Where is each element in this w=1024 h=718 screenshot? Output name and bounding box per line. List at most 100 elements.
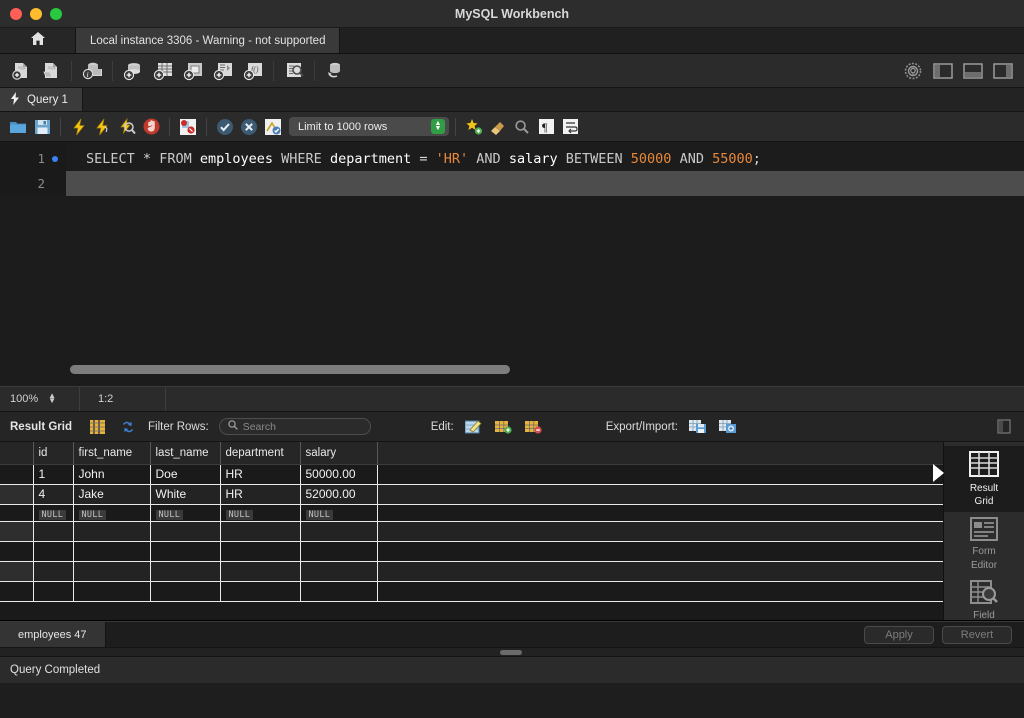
row-selector-cell[interactable]	[0, 464, 34, 485]
sql-token-ident: employees	[199, 150, 274, 167]
new-view-icon[interactable]	[180, 59, 206, 83]
new-schema-icon[interactable]	[120, 59, 146, 83]
new-record-row[interactable]: NULL NULL NULL NULL NULL	[0, 504, 943, 522]
clear-context-icon[interactable]	[486, 115, 510, 139]
sql-token-kw: BETWEEN	[565, 150, 623, 167]
row-selector-cell	[0, 561, 34, 582]
table-row[interactable]: 1 John Doe HR 50000.00	[0, 464, 943, 485]
code-line-1[interactable]: SELECT * FROM employees WHERE department…	[66, 146, 1024, 171]
column-header-department[interactable]: department	[220, 442, 301, 465]
home-tab[interactable]	[0, 28, 76, 53]
result-horizontal-scrollbar[interactable]	[0, 647, 1024, 656]
code-area[interactable]: 1 2 SELECT * FROM employees WHERE depart…	[0, 142, 1024, 196]
cell-id[interactable]: 1	[33, 464, 74, 485]
reconnect-server-icon[interactable]	[322, 59, 348, 83]
sql-token-punct	[151, 151, 159, 167]
cell-last_name[interactable]: Doe	[150, 464, 221, 485]
save-file-icon[interactable]	[30, 115, 54, 139]
code-line-2[interactable]	[66, 171, 1024, 196]
cell-salary[interactable]: 52000.00	[300, 484, 378, 505]
toolbar-separator-3	[273, 60, 274, 81]
new-function-icon[interactable]: f()	[240, 59, 266, 83]
panel-bottom-toggle-icon[interactable]	[960, 59, 986, 83]
result-grid-table-container[interactable]: id first_name last_name department salary 1J…	[0, 442, 943, 620]
column-header-first_name[interactable]: first_name	[73, 442, 151, 465]
open-sql-file-icon[interactable]: SQL	[38, 59, 64, 83]
sql-editor[interactable]: 1 2 SELECT * FROM employees WHERE depart…	[0, 142, 1024, 590]
cell-id[interactable]: 4	[33, 484, 74, 505]
column-header-last_name[interactable]: last_name	[150, 442, 221, 465]
revert-button[interactable]: Revert	[942, 625, 1012, 644]
stop-icon[interactable]	[139, 115, 163, 139]
beautify-sql-icon[interactable]	[462, 115, 486, 139]
cell-salary[interactable]: 50000.00	[300, 464, 378, 485]
limit-rows-select[interactable]: Limit to 1000 rows ▲ ▼	[289, 117, 449, 136]
empty-cell-salary	[300, 581, 378, 602]
cell-first_name[interactable]: John	[73, 464, 151, 485]
panel-left-toggle-icon[interactable]	[930, 59, 956, 83]
edit-row-icon[interactable]	[464, 417, 484, 437]
toggle-stop-on-error-icon[interactable]	[176, 115, 200, 139]
admin-settings-icon[interactable]	[900, 59, 926, 83]
export-recordset-icon[interactable]	[688, 417, 708, 437]
wrap-lines-icon[interactable]	[558, 115, 582, 139]
zoom-control[interactable]: 100% ▲ ▼	[0, 387, 80, 411]
result-set-tab-label: employees 47	[18, 628, 87, 641]
editor-horizontal-scrollbar[interactable]	[70, 365, 1020, 374]
delete-row-icon[interactable]	[524, 417, 544, 437]
minimize-window-button[interactable]	[30, 7, 42, 20]
new-table-icon[interactable]	[150, 59, 176, 83]
chevron-updown-icon[interactable]: ▲ ▼	[48, 392, 56, 405]
result-set-tab[interactable]: employees 47	[0, 622, 106, 647]
cell-department[interactable]: HR	[220, 464, 301, 485]
execute-current-statement-icon[interactable]	[91, 115, 115, 139]
cell-department[interactable]: HR	[220, 484, 301, 505]
toggle-invisible-chars-icon[interactable]: ¶	[534, 115, 558, 139]
edit-label: Edit:	[430, 420, 454, 433]
empty-cell-first_name	[73, 541, 151, 562]
refresh-icon[interactable]	[118, 417, 138, 437]
column-header-salary[interactable]: salary	[300, 442, 378, 465]
tab-query-1[interactable]: Query 1	[0, 88, 83, 111]
inspect-schema-icon[interactable]	[281, 59, 307, 83]
cell-first_name[interactable]: Jake	[73, 484, 151, 505]
header-row: id first_name last_name department salary	[0, 442, 943, 465]
row-selector-cell[interactable]	[0, 484, 34, 505]
new-cell-salary[interactable]: NULL	[300, 504, 378, 522]
grid-view-icon[interactable]	[88, 417, 108, 437]
filter-search-input[interactable]: Search	[218, 418, 371, 435]
maximize-window-button[interactable]	[50, 7, 62, 20]
code-lines[interactable]: SELECT * FROM employees WHERE department…	[66, 142, 1024, 196]
new-cell-last_name[interactable]: NULL	[150, 504, 221, 522]
scrollbar-thumb[interactable]	[70, 365, 510, 374]
new-cell-id[interactable]: NULL	[33, 504, 74, 522]
cell-last_name[interactable]: White	[150, 484, 221, 505]
close-window-button[interactable]	[10, 7, 22, 20]
search-icon[interactable]	[510, 115, 534, 139]
auto-commit-icon[interactable]	[261, 115, 285, 139]
sidebar-item-result-grid-wrap: Result Grid	[932, 446, 1024, 512]
sidebar-item-result-grid[interactable]: Result Grid	[943, 446, 1024, 512]
explain-icon[interactable]	[115, 115, 139, 139]
open-file-icon[interactable]	[6, 115, 30, 139]
connection-tab[interactable]: Local instance 3306 - Warning - not supp…	[76, 28, 341, 53]
column-header-id[interactable]: id	[33, 442, 74, 465]
new-cell-first_name[interactable]: NULL	[73, 504, 151, 522]
new-cell-department[interactable]: NULL	[220, 504, 301, 522]
table-row[interactable]: 4 Jake White HR 52000.00	[0, 484, 943, 505]
server-status-icon[interactable]: i	[79, 59, 105, 83]
panel-right-toggle-icon[interactable]	[990, 59, 1016, 83]
rollback-icon[interactable]	[237, 115, 261, 139]
commit-icon[interactable]	[213, 115, 237, 139]
scrollbar-thumb[interactable]	[500, 650, 522, 655]
execute-icon[interactable]	[67, 115, 91, 139]
sidebar-item-form-editor[interactable]: Form Editor	[944, 512, 1024, 576]
sql-token-kw: SELECT	[86, 150, 135, 167]
row-selector-cell[interactable]	[0, 504, 34, 522]
apply-button[interactable]: Apply	[864, 625, 934, 644]
wrap-cell-content-icon[interactable]	[994, 417, 1014, 437]
new-procedure-icon[interactable]	[210, 59, 236, 83]
import-recordset-icon[interactable]	[718, 417, 738, 437]
insert-row-icon[interactable]	[494, 417, 514, 437]
new-sql-file-icon[interactable]: SQL	[8, 59, 34, 83]
